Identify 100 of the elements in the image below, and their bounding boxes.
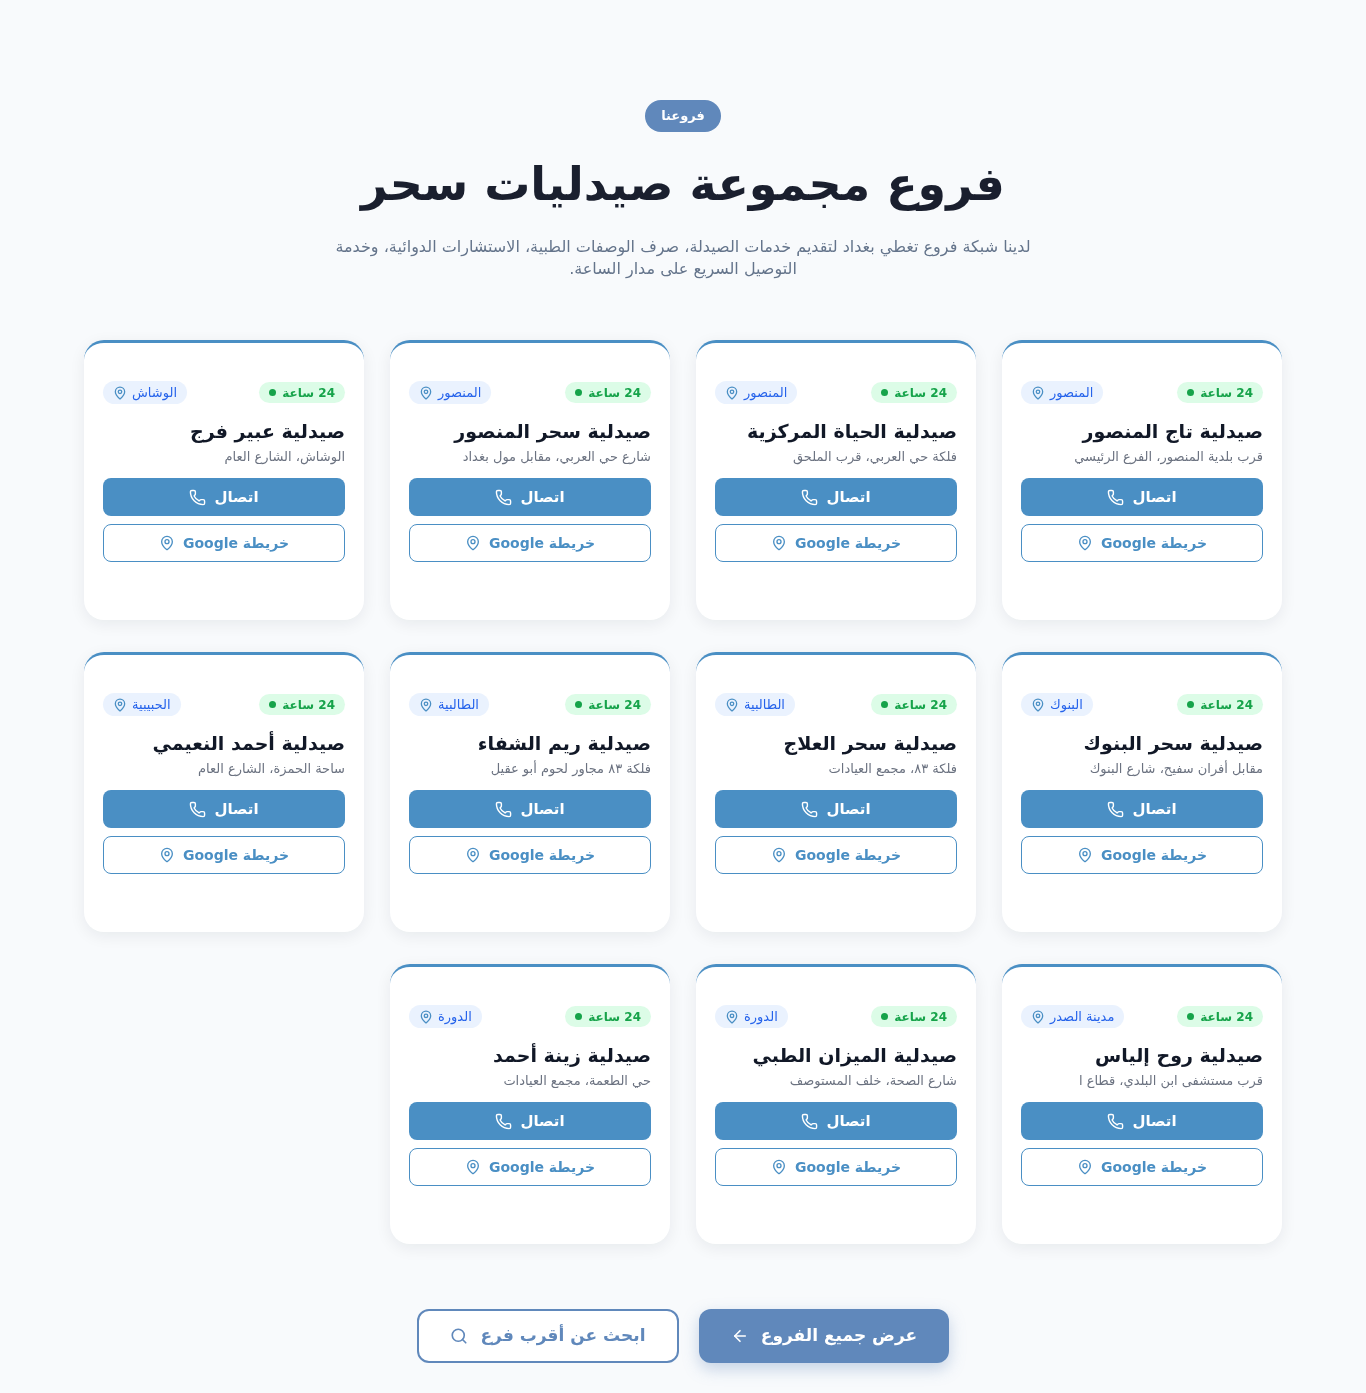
map-pin-icon — [770, 535, 787, 551]
branch-address: مقابل أفران سفيح، شارع البنوك — [1088, 759, 1263, 779]
branch-address: قرب مستشفى ابن البلدي، قطاع ا — [1077, 1072, 1263, 1091]
google-map-button[interactable]: خريطة Google — [103, 524, 345, 562]
area-text: البنوك — [1050, 698, 1083, 711]
google-map-button[interactable]: خريطة Google — [409, 1148, 651, 1186]
hours-text: 24 ساعة — [894, 1010, 947, 1023]
call-button[interactable]: اتصال — [1021, 478, 1263, 516]
area-text: الدورة — [438, 1010, 472, 1023]
call-button[interactable]: اتصال — [715, 478, 957, 516]
google-map-button[interactable]: خريطة Google — [715, 524, 957, 562]
call-button[interactable]: اتصال — [1021, 790, 1263, 828]
branch-address: فلكة ٨٣ مجاور لحوم أبو عقيل — [489, 759, 651, 779]
phone-icon — [801, 800, 819, 818]
search-icon — [450, 1327, 469, 1345]
hours-text: 24 ساعة — [1200, 386, 1253, 399]
google-map-button[interactable]: خريطة Google — [715, 1148, 957, 1186]
call-button[interactable]: اتصال — [409, 790, 651, 828]
google-map-button[interactable]: خريطة Google — [103, 836, 345, 874]
area-text: الحبيبية — [132, 698, 171, 711]
map-pin-icon — [158, 847, 175, 863]
phone-icon — [495, 1112, 513, 1130]
call-button[interactable]: اتصال — [715, 1102, 957, 1140]
google-map-button[interactable]: خريطة Google — [1021, 836, 1263, 874]
hours-text: 24 ساعة — [1200, 698, 1253, 711]
branch-address: ساحة الحمزة، الشارع العام — [197, 760, 345, 779]
phone-icon — [189, 800, 207, 818]
map-pin-icon — [725, 385, 739, 400]
branch-name: صيدلية سحر العلاج — [782, 731, 957, 756]
map-pin-icon — [1076, 847, 1093, 863]
call-button[interactable]: اتصال — [409, 1102, 651, 1140]
branch-address: شارع الصحة، خلف المستوصف — [788, 1072, 957, 1091]
map-pin-icon — [419, 1009, 433, 1024]
call-button[interactable]: اتصال — [103, 790, 345, 828]
branch-name: صيدلية روح إلياس — [1094, 1043, 1263, 1068]
section-badge: فروعنا — [645, 100, 721, 132]
branch-name: صيدلية أحمد النعيمي — [151, 730, 345, 756]
map-pin-icon — [1031, 697, 1045, 712]
branch-address: فلكة ٨٣، مجمع العيادات — [827, 760, 957, 778]
call-button[interactable]: اتصال — [409, 478, 651, 516]
map-pin-icon — [419, 385, 433, 400]
call-button[interactable]: اتصال — [103, 478, 345, 516]
branch-name: صيدلية سحر البنوك — [1082, 731, 1263, 756]
phone-icon — [189, 488, 207, 506]
call-button[interactable]: اتصال — [1021, 1102, 1263, 1140]
hours-text: 24 ساعة — [588, 698, 641, 711]
map-pin-icon — [464, 1159, 481, 1175]
area-text: المنصور — [1050, 386, 1094, 399]
map-pin-icon — [770, 847, 787, 863]
branch-address: قرب بلدية المنصور، الفرع الرئيسي — [1073, 448, 1263, 467]
phone-icon — [801, 1112, 819, 1130]
area-text: المنصور — [744, 386, 788, 399]
area-text: المنصور — [438, 386, 482, 399]
hours-text: 24 ساعة — [894, 698, 947, 711]
map-pin-icon — [770, 1159, 787, 1175]
hours-text: 24 ساعة — [588, 386, 641, 399]
google-map-button[interactable]: خريطة Google — [715, 836, 957, 874]
find-nearest-branch-button[interactable]: ابحث عن أقرب فرع — [417, 1309, 679, 1363]
hours-text: 24 ساعة — [588, 1010, 641, 1023]
map-pin-icon — [725, 697, 739, 712]
google-map-button[interactable]: خريطة Google — [409, 524, 651, 562]
google-map-button[interactable]: خريطة Google — [1021, 524, 1263, 562]
branch-address: فلكة حي العربي، قرب الملحق — [792, 448, 957, 467]
branch-name: صيدلية ريم الشفاء — [476, 731, 651, 756]
branch-name: صيدلية عبير فرج — [189, 419, 345, 444]
area-text: الطالبية — [438, 698, 479, 711]
area-text: الطالبية — [744, 698, 785, 711]
google-map-button[interactable]: خريطة Google — [1021, 1148, 1263, 1186]
view-all-branches-button[interactable]: عرض جميع الفروع — [699, 1309, 949, 1363]
hours-text: 24 ساعة — [1200, 1010, 1253, 1023]
map-pin-icon — [113, 385, 127, 400]
phone-icon — [1107, 800, 1125, 818]
call-button[interactable]: اتصال — [715, 790, 957, 828]
area-text: مدينة الصدر — [1050, 1010, 1115, 1023]
hours-text: 24 ساعة — [894, 386, 947, 399]
branch-name: صيدلية تاج المنصور — [1080, 419, 1263, 444]
map-pin-icon — [1076, 535, 1093, 551]
map-pin-icon — [1031, 1009, 1045, 1024]
map-pin-icon — [419, 697, 433, 712]
phone-icon — [801, 488, 819, 506]
branch-name: صيدلية زينة أحمد — [492, 1042, 651, 1068]
hours-text: 24 ساعة — [282, 698, 335, 711]
google-map-button[interactable]: خريطة Google — [409, 836, 651, 874]
branch-address: الوشاش، الشارع العام — [223, 448, 345, 467]
map-pin-icon — [158, 535, 175, 551]
phone-icon — [1107, 488, 1125, 506]
section-description: لدينا شبكة فروع تغطي بغداد لتقديم خدمات الصيدلة، صرف الوصفات الطبية، الاستشارات الدوائية، وخدمة التوصيل السريع على مدار الساعة. — [334, 236, 1032, 280]
map-pin-icon — [1031, 385, 1045, 400]
branch-name: صيدلية الميزان الطبي — [751, 1043, 957, 1068]
branch-name: صيدلية سحر المنصور — [452, 419, 651, 444]
map-pin-icon — [113, 697, 127, 712]
map-pin-icon — [725, 1009, 739, 1024]
area-text: الوشاش — [132, 386, 177, 399]
branch-address: حي الطعمة، مجمع العيادات — [502, 1072, 651, 1090]
map-pin-icon — [464, 535, 481, 551]
map-pin-icon — [1076, 1159, 1093, 1175]
area-text: الدورة — [744, 1010, 778, 1023]
phone-icon — [495, 488, 513, 506]
phone-icon — [495, 800, 513, 818]
branch-name: صيدلية الحياة المركزية — [746, 419, 957, 444]
